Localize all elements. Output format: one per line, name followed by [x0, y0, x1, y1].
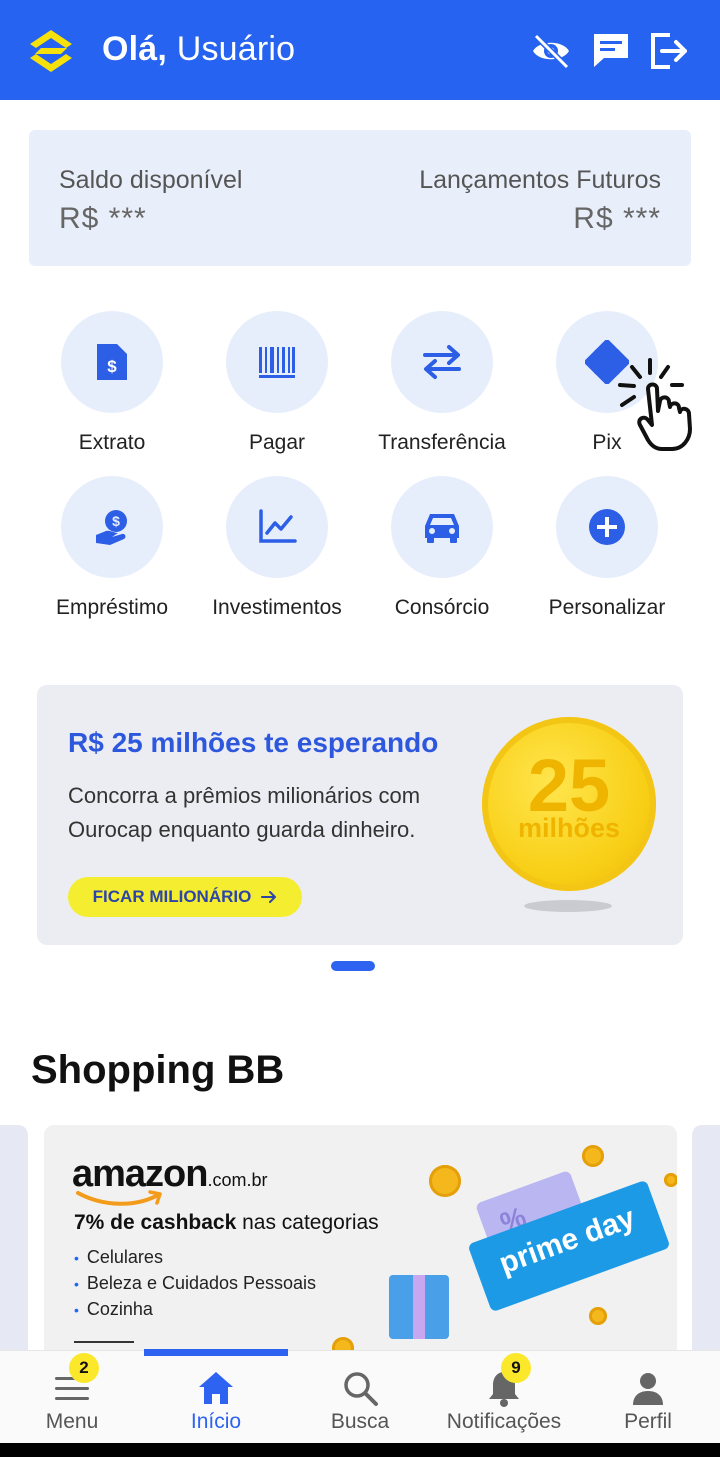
shortcut-label: Transferência	[378, 431, 506, 454]
system-navigation-bar	[0, 1443, 720, 1457]
nav-label: Início	[190, 1410, 242, 1433]
app-header: Olá, Usuário	[0, 0, 720, 100]
logout-icon[interactable]	[648, 30, 690, 72]
amazon-smile-icon	[76, 1190, 162, 1206]
tap-hand-icon	[618, 358, 692, 451]
shortcut-emprestimo[interactable]: $ Empréstimo	[27, 476, 197, 620]
profile-icon	[633, 1373, 663, 1405]
previous-offer-card[interactable]	[0, 1125, 28, 1365]
shortcut-label: Investimentos	[212, 596, 342, 619]
shortcut-pagar[interactable]: Pagar	[192, 311, 362, 455]
barcode-icon	[259, 347, 295, 378]
coin-text: milhões	[517, 813, 621, 843]
shortcut-label: Empréstimo	[55, 596, 169, 619]
shortcut-label: Pagar	[248, 431, 306, 454]
loan-icon: $	[96, 510, 127, 545]
shortcut-label: Personalizar	[548, 596, 666, 619]
nav-label: Menu	[45, 1410, 99, 1433]
nav-perfil[interactable]: Perfil	[576, 1350, 720, 1443]
shortcut-investimentos-circle[interactable]	[226, 476, 328, 578]
shortcut-consorcio-circle[interactable]	[391, 476, 493, 578]
gold-coin-icon	[582, 1145, 604, 1167]
shortcut-investimentos[interactable]: Investimentos	[192, 476, 362, 620]
nav-label: Busca	[330, 1410, 390, 1433]
shortcut-consorcio[interactable]: Consórcio	[357, 476, 527, 620]
next-offer-card[interactable]	[692, 1125, 720, 1365]
shortcut-transferencia[interactable]: Transferência	[357, 311, 527, 455]
available-balance-value: R$ ***	[59, 202, 147, 235]
chart-icon	[259, 509, 297, 543]
statement-icon: $	[97, 344, 127, 380]
shortcut-emprestimo-circle[interactable]: $	[61, 476, 163, 578]
gold-coin-icon	[589, 1307, 607, 1325]
cashback-bold: 7% de cashback	[74, 1211, 237, 1234]
car-icon	[425, 514, 459, 543]
greeting-name: Usuário	[176, 30, 296, 68]
shortcut-personalizar[interactable]: Personalizar	[522, 476, 692, 620]
shortcut-personalizar-circle[interactable]	[556, 476, 658, 578]
category-list: Celulares Beleza e Cuidados Pessoais Coz…	[74, 1245, 316, 1323]
greeting: Olá, Usuário	[102, 30, 295, 69]
shortcut-extrato[interactable]: $ Extrato	[27, 311, 197, 455]
notifications-badge: 9	[501, 1353, 531, 1383]
greeting-prefix: Olá,	[102, 30, 168, 68]
gold-coin-icon	[429, 1165, 461, 1197]
menu-badge: 2	[69, 1353, 99, 1383]
arrow-right-icon	[261, 891, 277, 903]
divider	[74, 1341, 134, 1343]
list-item: Beleza e Cuidados Pessoais	[74, 1271, 316, 1297]
cashback-text: 7% de cashback nas categorias	[74, 1211, 379, 1235]
ourocap-banner[interactable]: R$ 25 milhões te esperando Concorra a pr…	[37, 685, 683, 945]
cashback-rest: nas categorias	[236, 1211, 379, 1234]
eye-off-icon[interactable]	[530, 30, 572, 72]
prize-coin-image: 25 milhões	[482, 717, 656, 891]
shortcut-extrato-circle[interactable]: $	[61, 311, 163, 413]
carousel-indicator	[331, 961, 375, 971]
nav-label: Notificações	[446, 1410, 562, 1433]
nav-inicio[interactable]: Início	[144, 1350, 288, 1443]
amazon-offer-card[interactable]: amazon.com.br 7% de cashback nas categor…	[44, 1125, 677, 1365]
svg-text:$: $	[112, 513, 120, 529]
available-balance-label: Saldo disponível	[59, 166, 243, 194]
chat-icon[interactable]	[590, 30, 632, 72]
cta-label: FICAR MILIONÁRIO	[92, 887, 252, 906]
plus-icon	[589, 509, 625, 545]
coin-shadow	[524, 900, 612, 912]
transfer-icon	[423, 345, 461, 379]
home-icon	[199, 1372, 233, 1404]
banner-title: R$ 25 milhões te esperando	[68, 727, 439, 758]
banner-description: Concorra a prêmios milionários com Ouroc…	[68, 783, 421, 842]
amazon-suffix: .com.br	[207, 1170, 268, 1190]
gold-coin-icon	[664, 1173, 677, 1187]
shopping-section-title: Shopping BB	[31, 1048, 285, 1092]
gift-box-icon	[389, 1275, 449, 1339]
svg-text:$: $	[107, 357, 117, 376]
balance-card[interactable]: Saldo disponível R$ *** Lançamentos Futu…	[29, 130, 691, 266]
search-icon	[344, 1372, 378, 1406]
bank-logo-icon	[30, 30, 72, 72]
nav-label: Perfil	[624, 1410, 672, 1433]
become-millionaire-button[interactable]: FICAR MILIONÁRIO	[68, 877, 302, 917]
future-transactions-label: Lançamentos Futuros	[419, 166, 661, 194]
shortcut-label: Extrato	[78, 431, 146, 454]
list-item: Celulares	[74, 1245, 316, 1271]
nav-busca[interactable]: Busca	[288, 1350, 432, 1443]
list-item: Cozinha	[74, 1297, 316, 1323]
shortcut-label: Consórcio	[394, 596, 490, 619]
shortcut-transferencia-circle[interactable]	[391, 311, 493, 413]
future-transactions-value: R$ ***	[573, 202, 661, 235]
shortcut-pagar-circle[interactable]	[226, 311, 328, 413]
